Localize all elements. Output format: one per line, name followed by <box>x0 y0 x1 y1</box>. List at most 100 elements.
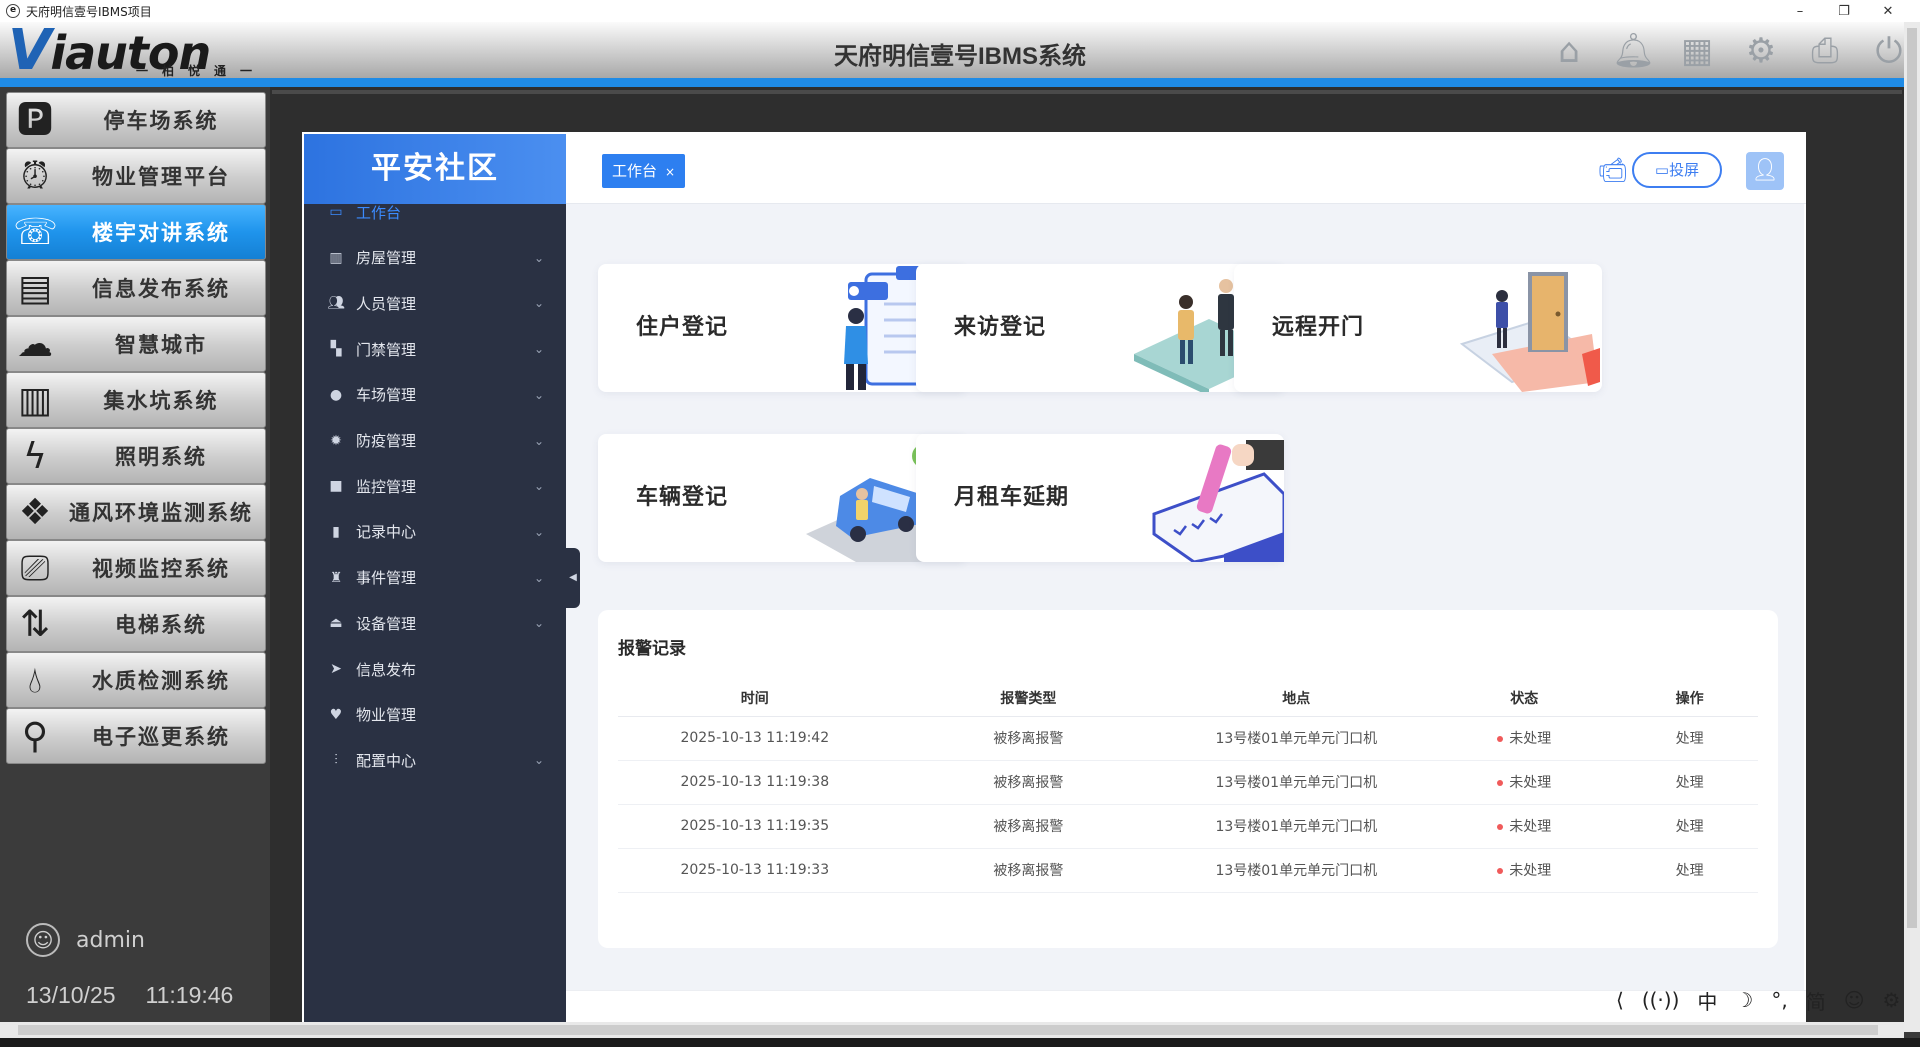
sysmenu-item-0[interactable]: 🅿︎ 停车场系统 <box>6 92 266 148</box>
sliders-icon: ⫶ <box>334 752 338 769</box>
heart-icon: ♥ <box>329 706 343 723</box>
printer-icon[interactable]: ⎙ <box>1804 30 1846 72</box>
intercom-icon: ☏ <box>13 212 59 253</box>
moon-icon[interactable]: ☽ <box>1735 988 1753 1012</box>
camera-icon[interactable]: 📹︎ <box>1598 156 1628 184</box>
chevron-down-icon: ⌄ <box>533 250 544 265</box>
status-badge: 未处理 <box>1427 760 1622 805</box>
clock-date: 13/10/25 <box>26 982 116 1008</box>
sysmenu-item-8[interactable]: ⎚ 视频监控系统 <box>6 540 266 596</box>
nav-item-5[interactable]: ✹ 防疫管理 ⌄ <box>304 421 566 461</box>
header-toolbar: ⌂ 🔔︎ ▦ ⚙ ⎙ ⏻ <box>1548 30 1910 72</box>
ime-language[interactable]: 中 <box>1697 986 1717 1015</box>
nav-item-label: 记录中心 <box>356 523 417 542</box>
settings-icon[interactable]: ⚙ <box>1883 988 1901 1012</box>
nav-item-8[interactable]: ♜ 事件管理 ⌄ <box>304 558 566 598</box>
alarm-table: 时间 报警类型 地点 状态 操作 2025-10-13 11:19:42 被移离报… <box>618 680 1758 893</box>
nav-item-12[interactable]: ⫶ 配置中心 ⌄ <box>304 740 566 780</box>
sidebar-collapse-toggle[interactable]: ◀ <box>566 548 580 608</box>
sysmenu-item-label: 物业管理平台 <box>92 164 230 189</box>
nav-item-6[interactable]: ■ 监控管理 ⌄ <box>304 466 566 506</box>
info-board-icon: ▤ <box>17 268 52 309</box>
table-row: 2025-10-13 11:19:42 被移离报警 13号楼01单元单元门口机 未处理… <box>618 716 1758 761</box>
card-remote-door-open[interactable]: 远程开门 <box>1234 264 1602 392</box>
vertical-scrollbar[interactable] <box>1904 22 1920 1032</box>
handle-link[interactable]: 处理 <box>1621 760 1758 805</box>
handle-link[interactable]: 处理 <box>1621 804 1758 849</box>
community-web-app: 平安社区 ▭ 工作台 ▥ 房屋管理 ⌄ 👥︎ 人员管理 ⌄ ▚ 门禁管理 ⌄ ● 车场管理 ⌄ ✹ 防疫管理 ⌄… <box>302 132 1806 1022</box>
alarm-type-cell: 被移离报警 <box>891 760 1166 805</box>
card-visitor-registration[interactable]: 来访登记 <box>916 264 1284 392</box>
sysmenu-item-11[interactable]: ⚲ 电子巡更系统 <box>6 708 266 764</box>
sysmenu-item-label: 通风环境监测系统 <box>69 500 253 525</box>
tab-close-icon[interactable]: × <box>665 165 675 179</box>
table-row: 2025-10-13 11:19:35 被移离报警 13号楼01单元单元门口机 未处理… <box>618 804 1758 849</box>
share-icon[interactable]: ⟨ <box>1616 988 1624 1012</box>
nav-item-7[interactable]: ▮ 记录中心 ⌄ <box>304 512 566 552</box>
sysmenu-item-label: 楼宇对讲系统 <box>92 220 230 245</box>
handle-link[interactable]: 处理 <box>1621 848 1758 893</box>
nav-item-11[interactable]: ♥ 物业管理 <box>304 695 566 735</box>
close-window-button[interactable]: ✕ <box>1866 0 1910 22</box>
nav-item-label: 车场管理 <box>356 386 417 405</box>
nav-item-3[interactable]: ▚ 门禁管理 ⌄ <box>304 329 566 369</box>
punctuation-icon[interactable]: °, <box>1771 988 1787 1012</box>
status-badge: 未处理 <box>1427 716 1622 761</box>
siren-icon: ♜ <box>329 569 343 586</box>
sysmenu-item-6[interactable]: ϟ 照明系统 <box>6 428 266 484</box>
chevron-down-icon: ⌄ <box>533 296 544 311</box>
sysmenu-item-label: 视频监控系统 <box>92 556 230 581</box>
sysmenu-item-7[interactable]: ❖ 通风环境监测系统 <box>6 484 266 540</box>
nav-item-1[interactable]: ▥ 房屋管理 ⌄ <box>304 238 566 278</box>
project-screen-button[interactable]: ▭投屏 <box>1632 152 1722 188</box>
chevron-down-icon: ⌄ <box>533 616 544 631</box>
device-icon: ⏏ <box>329 615 343 632</box>
broadcast-icon[interactable]: ((·)) <box>1642 988 1680 1012</box>
calendar-icon[interactable]: ▦ <box>1676 30 1718 72</box>
alarm-time-cell: 2025-10-13 11:19:38 <box>618 760 892 805</box>
sysmenu-item-1[interactable]: ⏰︎ 物业管理平台 <box>6 148 266 204</box>
remote-door-illustration <box>1459 272 1600 392</box>
sysmenu-item-4[interactable]: ☁ 智慧城市 <box>6 316 266 372</box>
sysmenu-item-9[interactable]: ⇅ 电梯系统 <box>6 596 266 652</box>
sysmenu-item-5[interactable]: ▥ 集水坑系统 <box>6 372 266 428</box>
gear-icon[interactable]: ⚙ <box>1740 30 1782 72</box>
minimize-button[interactable]: – <box>1778 0 1822 22</box>
status-dot-icon <box>1497 824 1504 830</box>
parking-icon: 🅿︎ <box>16 100 53 141</box>
restore-button[interactable]: ❐ <box>1822 0 1866 22</box>
horizontal-scrollbar[interactable] <box>0 1022 1904 1038</box>
nav-item-label: 房屋管理 <box>356 249 417 268</box>
sysmenu-item-2[interactable]: ☏ 楼宇对讲系统 <box>6 204 266 260</box>
emoji-icon[interactable]: ☺ <box>1844 988 1865 1012</box>
nav-item-9[interactable]: ⏏ 设备管理 ⌄ <box>304 603 566 643</box>
ime-mode[interactable]: 简 <box>1806 986 1826 1015</box>
alarm-location-cell: 13号楼01单元单元门口机 <box>1165 848 1428 893</box>
nav-item-2[interactable]: 👥︎ 人员管理 ⌄ <box>304 283 566 323</box>
nav-item-0[interactable]: ▭ 工作台 <box>304 192 566 232</box>
home-icon[interactable]: ⌂ <box>1548 30 1590 72</box>
card-monthly-rental-extension[interactable]: 月租车延期 <box>916 434 1284 562</box>
lighting-icon: ϟ <box>23 436 47 477</box>
sysmenu-item-label: 电梯系统 <box>115 612 207 637</box>
bell-icon[interactable]: 🔔︎ <box>1612 30 1655 72</box>
scrollbar-thumb[interactable] <box>1907 28 1917 928</box>
card-resident-registration[interactable]: 住户登记 <box>598 264 966 392</box>
tab-dashboard[interactable]: 工作台 × <box>602 154 686 188</box>
scrollbar-thumb[interactable] <box>18 1025 1878 1035</box>
nav-item-4[interactable]: ● 车场管理 ⌄ <box>304 375 566 415</box>
avatar[interactable]: 👤︎ <box>1746 152 1784 190</box>
ventilation-icon: ❖ <box>18 492 52 533</box>
card-vehicle-registration[interactable]: 车辆登记 <box>598 434 966 562</box>
city-cloud-icon: ☁ <box>17 324 53 365</box>
sysmenu-item-3[interactable]: ▤ 信息发布系统 <box>6 260 266 316</box>
sysmenu-item-10[interactable]: 💧︎ 水质检测系统 <box>6 652 266 708</box>
handle-link[interactable]: 处理 <box>1621 716 1758 761</box>
sysmenu-item-label: 信息发布系统 <box>92 276 230 301</box>
chevron-down-icon: ⌄ <box>533 753 544 768</box>
app-header: Viauton 一柏悦通一 天府明信壹号IBMS系统 ⌂ 🔔︎ ▦ ⚙ ⎙ ⏻ <box>0 18 1920 83</box>
status-dot-icon <box>1497 868 1504 874</box>
nav-item-label: 设备管理 <box>356 614 417 633</box>
alarm-type-cell: 被移离报警 <box>891 804 1166 849</box>
nav-item-10[interactable]: ➤ 信息发布 <box>304 649 566 689</box>
